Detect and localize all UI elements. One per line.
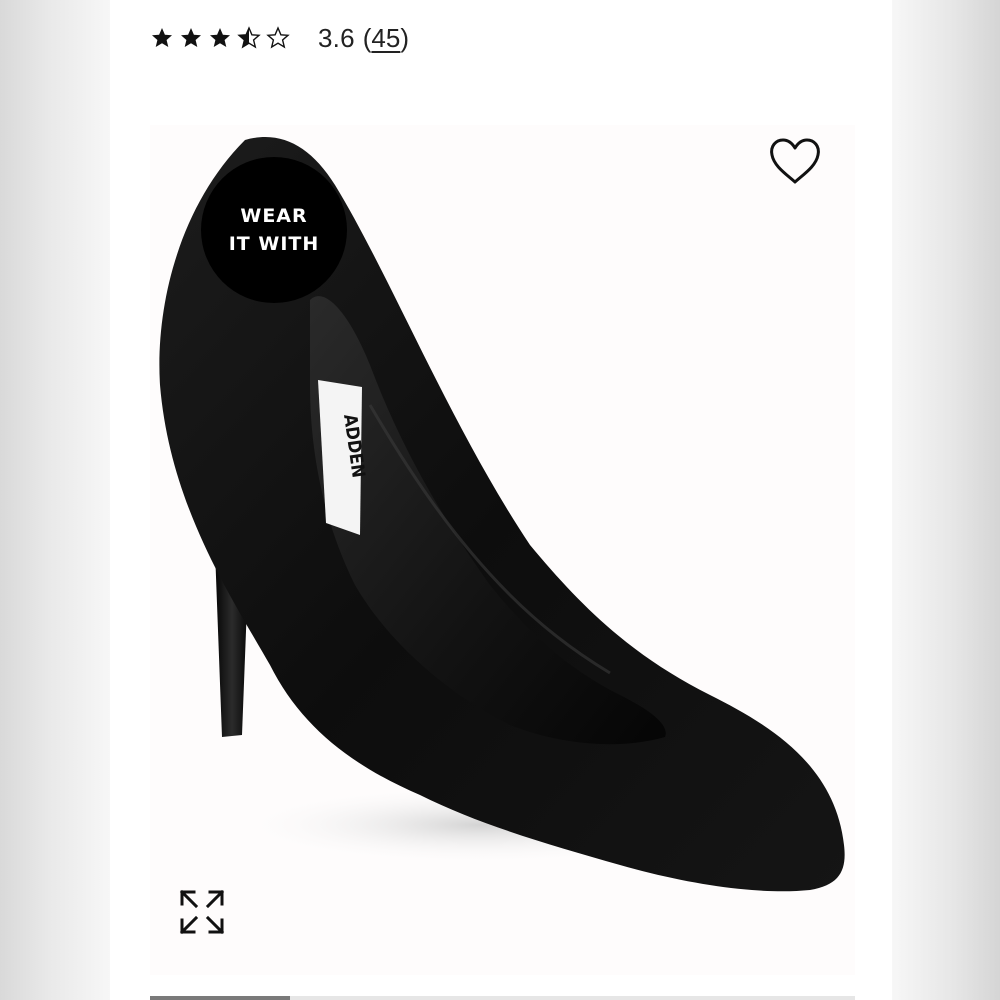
wear-it-with-line1: WEAR (240, 205, 308, 227)
star-half-icon (237, 26, 261, 49)
rating-summary[interactable]: 3.6 (45) (150, 18, 409, 58)
review-count[interactable]: 45 (371, 23, 400, 53)
star-rating (150, 26, 290, 50)
review-count-close: ) (400, 22, 410, 53)
wear-it-with-line2: IT WITH (228, 233, 320, 255)
star-full-icon (210, 28, 230, 47)
carousel-indicator (150, 996, 290, 1000)
product-page: 3.6 (45) ADDEN WEAR IT WITH (0, 0, 1000, 1000)
rating-value: 3.6 (318, 22, 355, 53)
right-margin (892, 0, 1000, 1000)
star-full-icon (152, 28, 172, 47)
left-margin (0, 0, 110, 1000)
wear-it-with-button[interactable]: WEAR IT WITH (201, 157, 347, 303)
star-full-icon (181, 28, 201, 47)
review-count-link[interactable]: (45) (363, 23, 409, 54)
expand-icon[interactable] (178, 888, 226, 936)
star-empty-icon (266, 26, 290, 49)
heart-icon[interactable] (768, 137, 822, 187)
